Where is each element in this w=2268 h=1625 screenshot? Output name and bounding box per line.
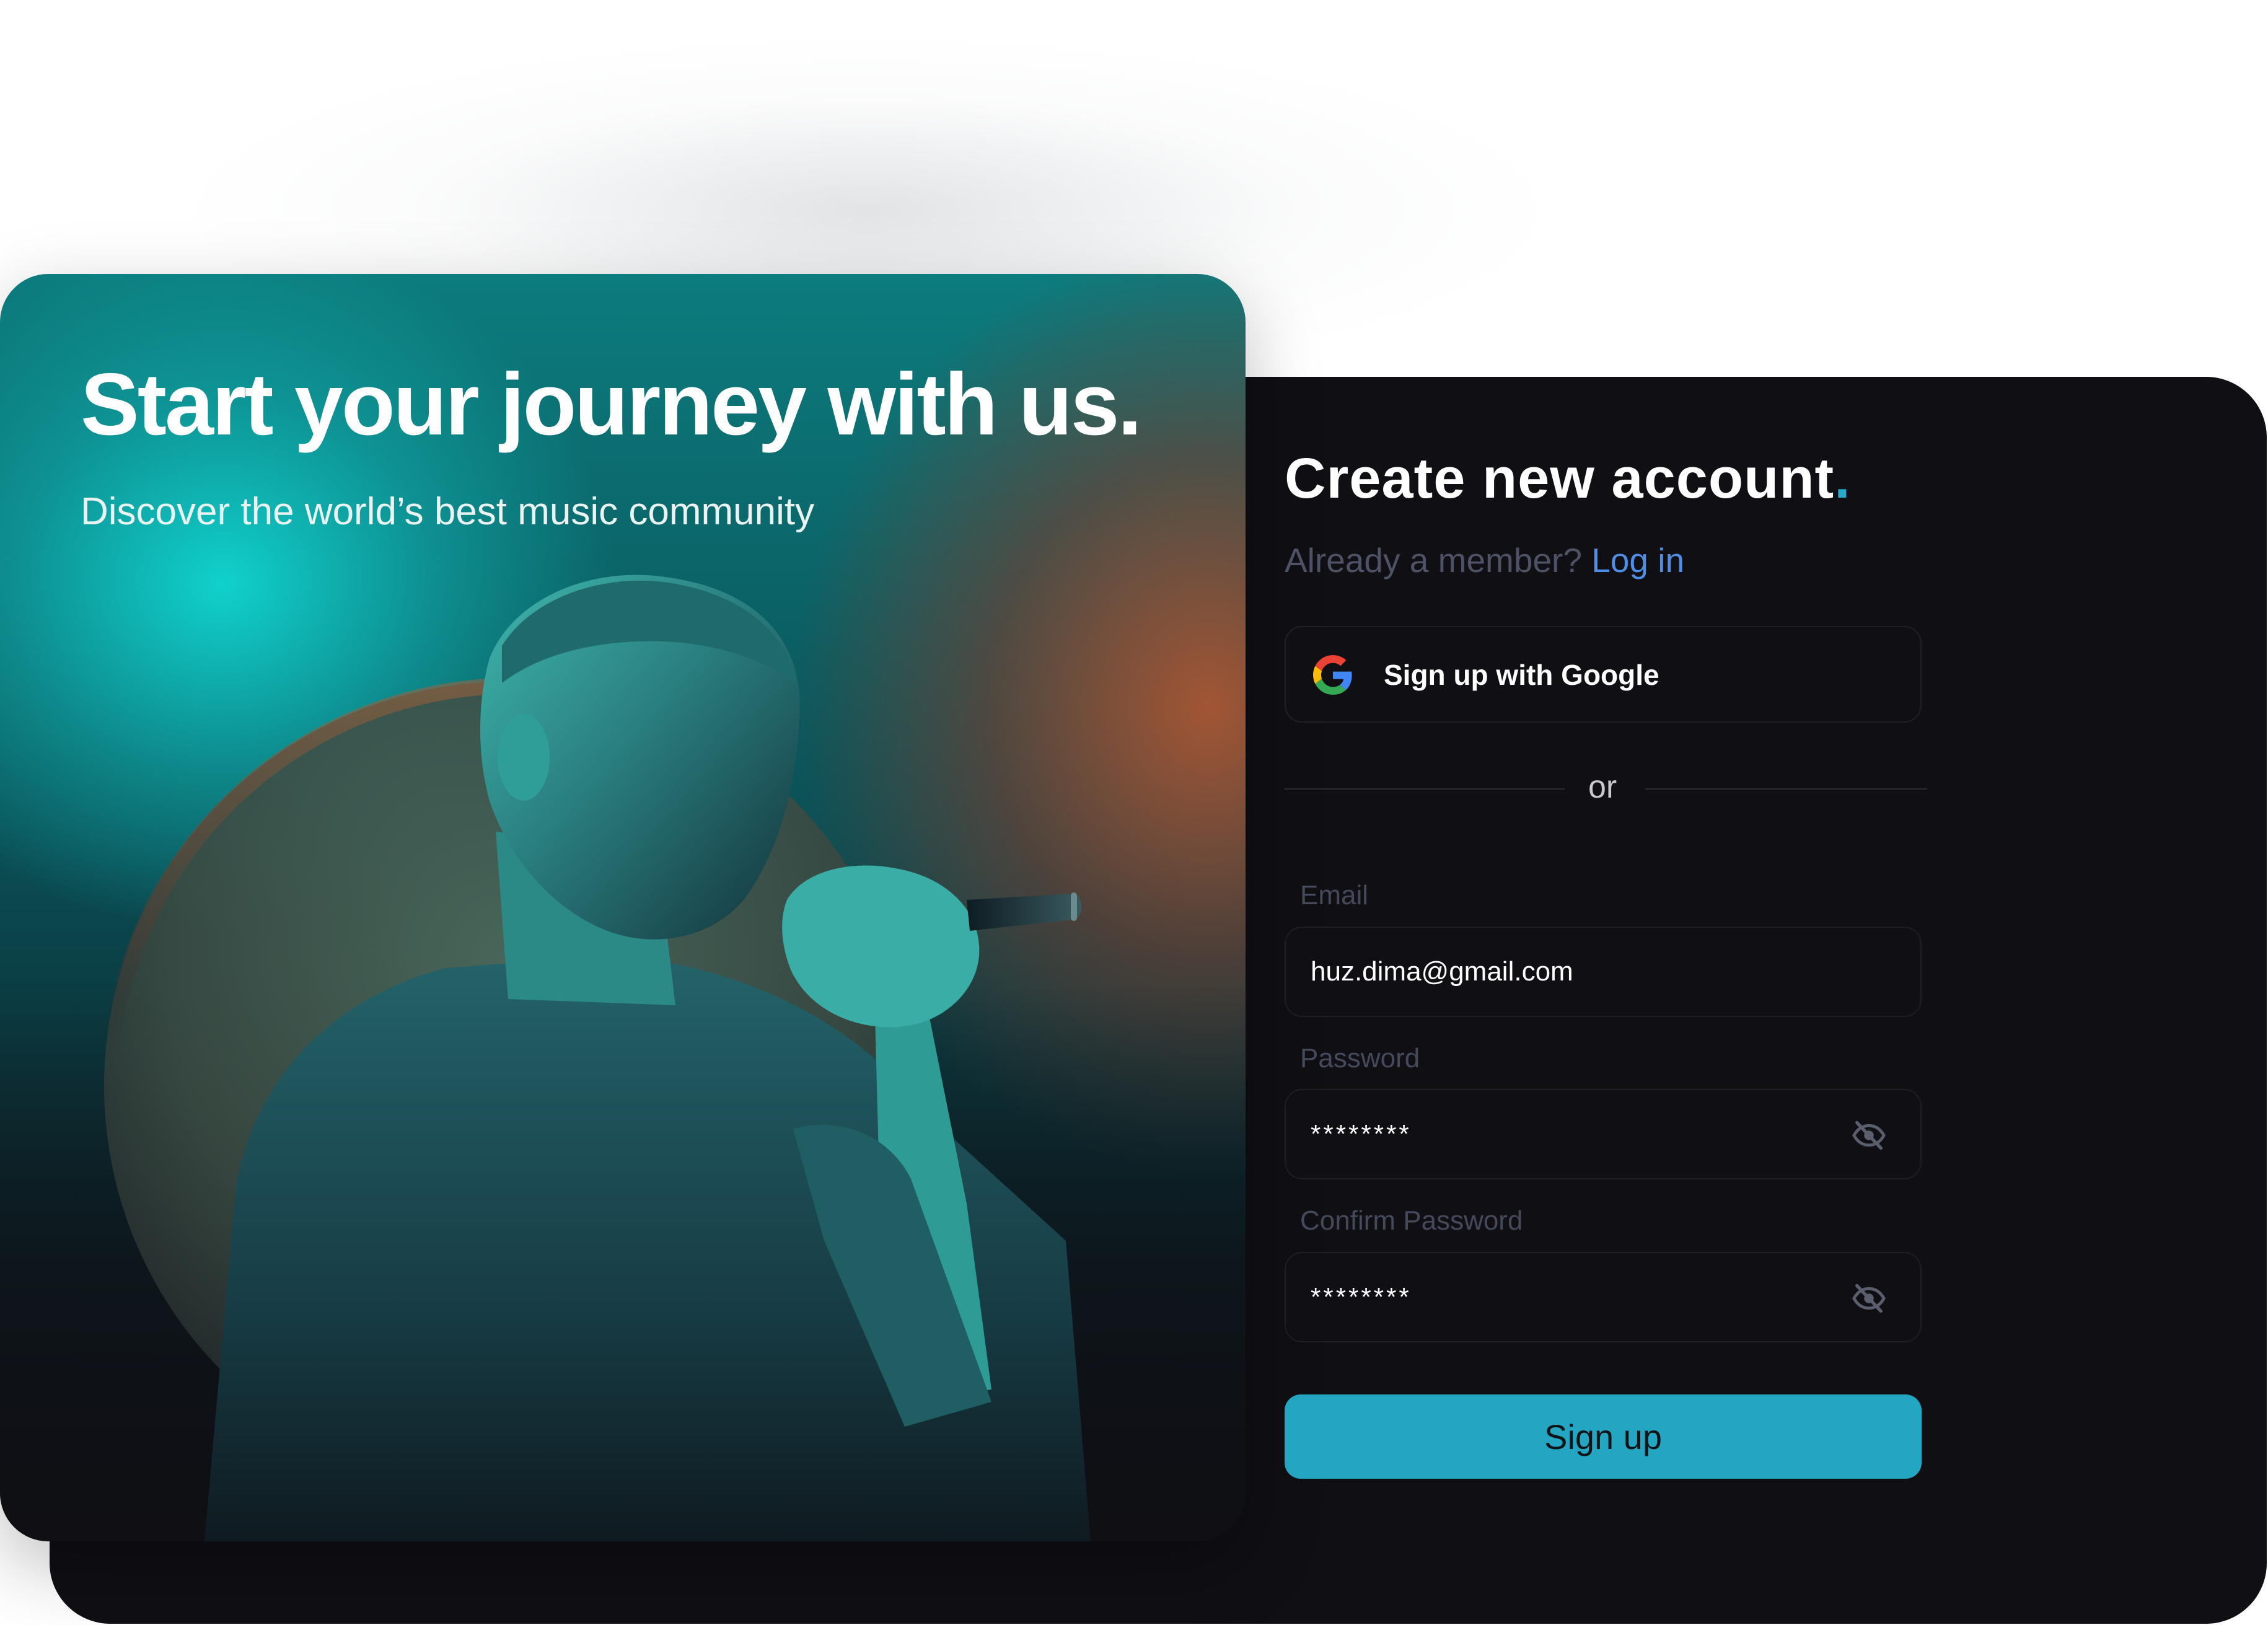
form-title-dot: . (1834, 447, 1851, 510)
email-input[interactable] (1311, 928, 1831, 1016)
form-title-text: Create new account (1285, 447, 1835, 510)
hero-subtitle: Discover the world’s best music communit… (81, 490, 815, 533)
signup-button[interactable]: Sign up (1285, 1394, 1922, 1479)
confirm-password-field (1285, 1252, 1922, 1342)
singer-with-microphone-icon (103, 575, 1091, 1541)
confirm-password-label: Confirm Password (1300, 1205, 1523, 1236)
eye-off-icon[interactable] (1851, 1117, 1887, 1153)
login-prompt: Already a member? Log in (1285, 540, 1684, 580)
confirm-password-input[interactable] (1311, 1253, 1831, 1341)
divider-right (1645, 788, 1927, 790)
login-link[interactable]: Log in (1591, 541, 1684, 579)
divider-text: or (1588, 769, 1617, 805)
email-label: Email (1300, 880, 1369, 910)
google-icon (1313, 655, 1352, 695)
email-field (1285, 927, 1922, 1017)
password-label: Password (1300, 1043, 1420, 1073)
hero-title: Start your journey with us. (81, 355, 1142, 454)
eye-off-icon[interactable] (1851, 1280, 1887, 1316)
form-title: Create new account. (1285, 446, 1851, 511)
google-signup-button[interactable]: Sign up with Google (1285, 626, 1922, 723)
password-input[interactable] (1311, 1090, 1831, 1178)
divider-left (1285, 788, 1565, 790)
password-field (1285, 1089, 1922, 1179)
page: Start your journey with us. Discover the… (0, 0, 2268, 1625)
member-prompt-text: Already a member? (1285, 541, 1592, 579)
google-button-label: Sign up with Google (1384, 659, 1659, 691)
